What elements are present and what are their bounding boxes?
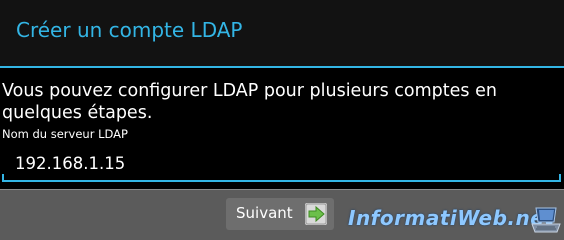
title-bar: Créer un compte LDAP: [0, 0, 564, 66]
watermark-text: InformatiWeb.net: [348, 206, 555, 230]
title-divider: [0, 66, 564, 68]
ldap-setup-screen: Créer un compte LDAP Vous pouvez configu…: [0, 0, 564, 240]
next-button[interactable]: Suivant: [226, 198, 334, 230]
footer-divider: [0, 189, 564, 190]
setup-description: Vous pouvez configurer LDAP pour plusieu…: [2, 81, 497, 123]
server-name-value: 192.168.1.15: [15, 154, 126, 173]
next-button-label: Suivant: [236, 204, 293, 222]
laptop-icon: [530, 205, 562, 235]
server-name-input[interactable]: 192.168.1.15: [2, 148, 561, 182]
dialog-title: Créer un compte LDAP: [16, 18, 243, 42]
server-name-label: Nom du serveur LDAP: [2, 127, 128, 141]
arrow-right-icon: [305, 203, 327, 225]
